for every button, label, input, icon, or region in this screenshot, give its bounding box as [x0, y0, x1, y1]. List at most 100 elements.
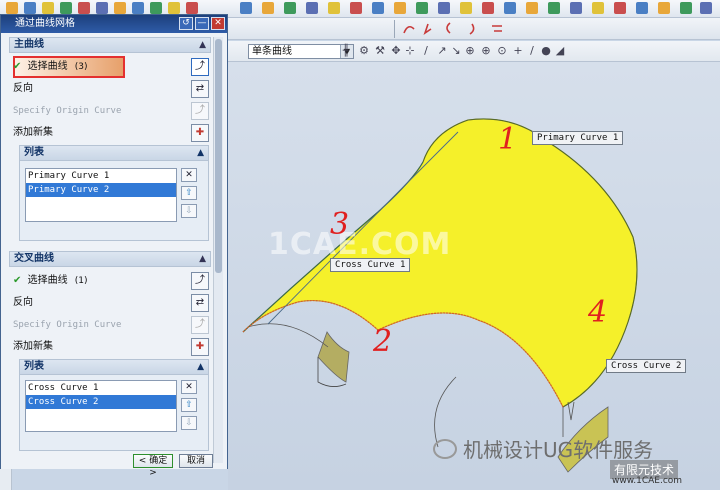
dialog-titlebar[interactable]: 通过曲线网格 ↺ — ✕	[1, 15, 227, 33]
remove-icon[interactable]: ✕	[181, 380, 197, 394]
move-up-icon[interactable]: ⇧	[181, 186, 197, 200]
list-item[interactable]: Cross Curve 2	[26, 395, 176, 409]
tool-icon[interactable]	[60, 2, 72, 14]
list-header[interactable]: 列表 ▲	[20, 146, 208, 161]
tool-icon[interactable]	[680, 2, 692, 14]
primary-reverse-row[interactable]: 反向 ⇄	[13, 79, 209, 99]
tool-icon[interactable]	[700, 2, 712, 14]
tool-icon[interactable]	[394, 2, 406, 14]
tool-icon[interactable]	[262, 2, 274, 14]
snap-point-icon[interactable]: +	[512, 45, 524, 57]
minimize-icon[interactable]: —	[195, 17, 209, 30]
tool-icon[interactable]	[504, 2, 516, 14]
snap-center-icon[interactable]: ⊕	[480, 45, 492, 57]
tool-icon[interactable]	[96, 2, 108, 14]
collapse-icon[interactable]: ▲	[197, 360, 204, 374]
add-set-icon[interactable]: ✚	[191, 124, 209, 142]
list-header[interactable]: 列表 ▲	[20, 360, 208, 375]
tool-icon[interactable]	[548, 2, 560, 14]
move-down-icon[interactable]: ⇩	[181, 416, 197, 430]
tool-icon[interactable]	[42, 2, 54, 14]
move-down-icon[interactable]: ⇩	[181, 204, 197, 218]
select-curve-icon[interactable]: ⤴	[191, 272, 209, 290]
primary-curve-list[interactable]: Primary Curve 1 Primary Curve 2	[25, 168, 177, 222]
remove-icon[interactable]: ✕	[181, 168, 197, 182]
primary-add-set-row[interactable]: 添加新集 ✚	[13, 123, 209, 143]
surface-model[interactable]	[228, 62, 720, 490]
scrollbar-thumb[interactable]	[215, 39, 222, 273]
collapse-icon[interactable]: ▲	[199, 38, 206, 52]
snap-control-icon[interactable]: ↘	[450, 45, 462, 57]
watermark-text: 1CAE.COM	[268, 227, 452, 262]
tool-icon[interactable]	[114, 2, 126, 14]
tool-icon[interactable]	[636, 2, 648, 14]
tool-icon[interactable]	[658, 2, 670, 14]
add-set-label: 添加新集	[13, 341, 53, 352]
tool-icon[interactable]: ⚙	[358, 45, 370, 57]
callout-primary-curve-1[interactable]: Primary Curve 1	[532, 131, 624, 145]
snap-face-icon[interactable]: ◢	[554, 45, 566, 57]
cross-add-set-row[interactable]: 添加新集 ✚	[13, 337, 209, 357]
tool-icon[interactable]	[372, 2, 384, 14]
tool-icon[interactable]	[78, 2, 90, 14]
tool-icon[interactable]	[186, 2, 198, 14]
cross-select-curve-row[interactable]: ✔ 选择曲线 (1) ⤴	[13, 271, 209, 291]
ok-button[interactable]: < 确定 >	[133, 454, 173, 478]
tool-icon[interactable]	[614, 2, 626, 14]
tool-icon[interactable]	[350, 2, 362, 14]
tool-icon[interactable]	[168, 2, 180, 14]
cross-curve-list[interactable]: Cross Curve 1 Cross Curve 2	[25, 380, 177, 432]
tool-icon[interactable]	[592, 2, 604, 14]
reverse-direction-icon[interactable]: ⇄	[191, 80, 209, 98]
tool-icon[interactable]	[438, 2, 450, 14]
list-item[interactable]: Primary Curve 1	[26, 169, 176, 183]
callout-cross-curve-2[interactable]: Cross Curve 2	[606, 359, 687, 373]
tool-icon[interactable]	[570, 2, 582, 14]
tool-icon[interactable]	[460, 2, 472, 14]
tool-icon[interactable]	[482, 2, 494, 14]
move-up-icon[interactable]: ⇧	[181, 398, 197, 412]
tool-icon[interactable]	[24, 2, 36, 14]
tool-icon[interactable]	[306, 2, 318, 14]
cancel-button[interactable]: 取消	[179, 454, 213, 468]
list-item[interactable]: Primary Curve 2	[26, 183, 176, 197]
callout-cross-curve-1[interactable]: Cross Curve 1	[330, 258, 411, 272]
selection-filter-select[interactable]: 单条曲线 ▼	[248, 44, 354, 59]
tool-icon[interactable]: ⊹	[404, 45, 416, 57]
cross-reverse-row[interactable]: 反向 ⇄	[13, 293, 209, 313]
tool-icon[interactable]	[526, 2, 538, 14]
snap-quadrant-icon[interactable]: ⊙	[496, 45, 508, 57]
snap-on-curve-icon[interactable]: ●	[540, 45, 552, 57]
primary-select-curve-row[interactable]: ✔ 选择曲线 (3) ⤴	[13, 57, 209, 77]
snap-endpoint-icon[interactable]: /	[420, 45, 432, 57]
reset-icon[interactable]: ↺	[179, 17, 193, 30]
tool-icon[interactable]	[240, 2, 252, 14]
curve-tools-icons[interactable]	[228, 18, 720, 40]
snap-tangent-icon[interactable]: /	[526, 45, 538, 57]
section-primary-curves[interactable]: 主曲线 ▲	[9, 37, 211, 53]
annotation-3: 3	[330, 207, 350, 242]
tool-icon[interactable]: ⚒	[374, 45, 386, 57]
close-icon[interactable]: ✕	[211, 17, 225, 30]
tool-icon[interactable]	[6, 2, 18, 14]
tool-icon[interactable]	[328, 2, 340, 14]
tool-icon[interactable]	[150, 2, 162, 14]
select-curve-icon[interactable]: ⤴	[191, 58, 209, 76]
list-item[interactable]: Cross Curve 1	[26, 381, 176, 395]
collapse-icon[interactable]: ▲	[199, 252, 206, 266]
add-set-icon[interactable]: ✚	[191, 338, 209, 356]
tool-icon[interactable]	[416, 2, 428, 14]
dialog-scrollbar[interactable]	[213, 37, 223, 463]
snap-midpoint-icon[interactable]: ↗	[436, 45, 448, 57]
reverse-direction-icon[interactable]: ⇄	[191, 294, 209, 312]
snap-icon[interactable]: ╫	[340, 45, 352, 57]
section-cross-curves[interactable]: 交叉曲线 ▲	[9, 251, 211, 267]
tool-icon[interactable]	[132, 2, 144, 14]
snap-intersection-icon[interactable]: ⊕	[464, 45, 476, 57]
graphics-viewport[interactable]: 1CAE.COM Primary Curve 1 Cross Curve 1 C…	[228, 62, 720, 490]
annotation-1: 1	[498, 122, 518, 157]
tool-icon[interactable]: ✥	[390, 45, 402, 57]
wechat-watermark: 机械设计UG软件服务	[433, 434, 653, 463]
collapse-icon[interactable]: ▲	[197, 146, 204, 160]
tool-icon[interactable]	[284, 2, 296, 14]
